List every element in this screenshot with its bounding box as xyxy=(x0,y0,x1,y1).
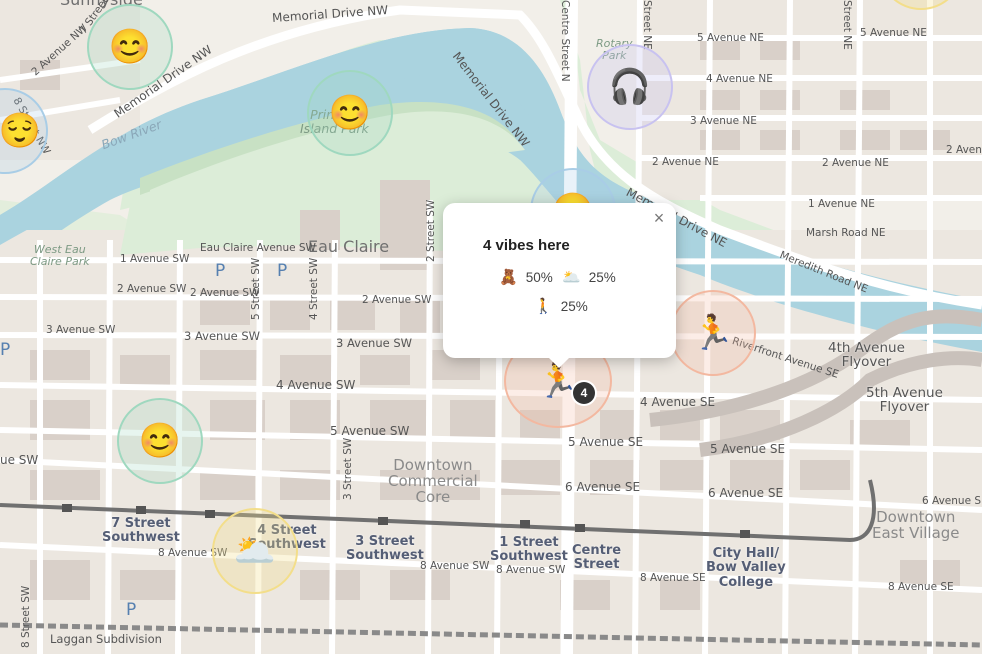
area-label-downtown-east: Downtown East Village xyxy=(872,508,960,542)
street-label: 2 Avenu xyxy=(946,144,982,156)
sun-behind-cloud-icon: 🌥️ xyxy=(562,269,581,286)
street-label: 1 Avenue NE xyxy=(808,198,875,210)
street-label: Centre Street N xyxy=(559,0,571,82)
popup-row-pct: 25% xyxy=(588,269,616,285)
street-label: 6 Avenue SE xyxy=(565,480,641,494)
popup-title: 4 vibes here xyxy=(483,237,570,254)
popup-row-pct: 25% xyxy=(560,298,588,314)
park-label-west-eau-claire: West Eau Claire Park xyxy=(30,243,90,269)
street-label: 2 Street SW xyxy=(425,199,437,262)
street-label: 2 Avenue NE xyxy=(822,157,889,169)
runner-icon: 🏃 xyxy=(691,314,735,352)
popup-row-pct: 50% xyxy=(525,269,553,285)
street-label: 5 Avenue NE xyxy=(860,27,927,39)
flyover-label-5th: 5th Avenue Flyover xyxy=(866,385,943,416)
sun-behind-cloud-icon: 🌥️ xyxy=(233,532,277,570)
rail-label-laggan: Laggan Subdivision xyxy=(50,632,162,646)
headphones-icon: 🎧 xyxy=(608,68,652,106)
street-label: Marsh Road NE xyxy=(806,227,886,239)
area-label-eau-claire: Eau Claire xyxy=(308,237,390,256)
vibe-marker-prince-island[interactable]: 😊 xyxy=(307,70,393,156)
vibe-marker-fifth-ave[interactable]: 😊 xyxy=(117,398,203,484)
street-label: 1 Avenue SW xyxy=(120,253,190,265)
street-label: 4 Avenue NE xyxy=(706,73,773,85)
teddy-bear-icon: 🧸 xyxy=(499,269,518,286)
street-label: 4 Street SW xyxy=(308,257,320,320)
street-label: 3 Avenue NE xyxy=(690,115,757,127)
parking-icon: P xyxy=(126,600,137,620)
cluster-popup: × 4 vibes here 🧸 50% 🌥️ 25% 🚶 25% xyxy=(443,203,676,368)
vibe-marker-sunnyside[interactable]: 😊 xyxy=(87,4,173,90)
cluster-count-badge[interactable]: 4 xyxy=(573,382,595,404)
street-label: 2 Avenue SW xyxy=(362,294,432,306)
flyover-label-4th: 4th Avenue Flyover xyxy=(828,340,905,371)
street-label: 3 Street SW xyxy=(342,437,354,500)
parking-icon: P xyxy=(0,340,11,360)
vibe-marker-riverfront[interactable]: 🏃 xyxy=(670,290,756,376)
station-label-3-street: 3 Street Southwest xyxy=(346,534,424,564)
street-label: 8 Avenue SW xyxy=(496,564,566,576)
street-label: 2 Avenue NE xyxy=(652,156,719,168)
parking-icon: P xyxy=(215,261,226,281)
smiling-face-icon: 😊 xyxy=(328,94,372,132)
street-label: Eau Claire Avenue SW xyxy=(200,242,316,254)
street-label: 8 Avenue SW xyxy=(420,560,490,572)
smiling-face-icon: 😊 xyxy=(108,28,152,66)
street-label: 8 Avenue SE xyxy=(640,572,706,584)
popup-row: 🌥️ 25% xyxy=(562,268,616,286)
street-label: 5 Avenue SE xyxy=(568,435,644,449)
relieved-face-icon: 😌 xyxy=(0,112,42,150)
street-label: 2 Avenue SW xyxy=(117,283,187,295)
station-label-1-street: 1 Street Southwest xyxy=(490,535,568,565)
street-label: 3 Avenue SW xyxy=(336,336,413,350)
station-label-city-hall: City Hall/ Bow Valley College xyxy=(706,546,786,590)
street-label: 6 Avenue SE xyxy=(708,486,784,500)
street-label: 6 Avenue SE xyxy=(922,495,982,507)
street-label: 3 Avenue SW xyxy=(46,324,116,336)
street-label: 2 Avenue SW xyxy=(190,287,260,299)
vibe-marker-rotary[interactable]: 🎧 xyxy=(587,44,673,130)
popup-row: 🧸 50% xyxy=(499,268,553,286)
parking-icon: P xyxy=(277,261,288,281)
street-label: 8 Street SW xyxy=(20,585,32,648)
street-label: Street NE xyxy=(641,0,653,50)
person-walking-icon: 🚶 xyxy=(534,298,553,315)
vibe-marker-4-street[interactable]: 🌥️ xyxy=(212,508,298,594)
street-label: 5 Avenue NE xyxy=(697,32,764,44)
station-label-centre-street: Centre Street xyxy=(572,543,622,573)
street-label: 4 Avenue SW xyxy=(276,378,356,392)
street-label: 8 Avenue SE xyxy=(888,581,954,593)
street-label: 5 Avenue SW xyxy=(330,424,410,438)
street-label: 4 Avenue SE xyxy=(640,395,716,409)
street-label: 5 Street SW xyxy=(250,257,262,320)
popup-row: 🚶 25% xyxy=(534,297,588,315)
street-label: 3 Avenue SW xyxy=(184,329,261,343)
street-label: ue SW xyxy=(0,453,39,467)
smiling-face-icon: 😊 xyxy=(138,422,182,460)
street-label: Street NE xyxy=(841,0,853,50)
station-label-7-street: 7 Street Southwest xyxy=(102,516,180,546)
close-icon[interactable]: × xyxy=(650,209,668,227)
area-label-downtown-core: Downtown Commercial Core xyxy=(388,456,478,506)
street-label: 5 Avenue SE xyxy=(710,442,786,456)
